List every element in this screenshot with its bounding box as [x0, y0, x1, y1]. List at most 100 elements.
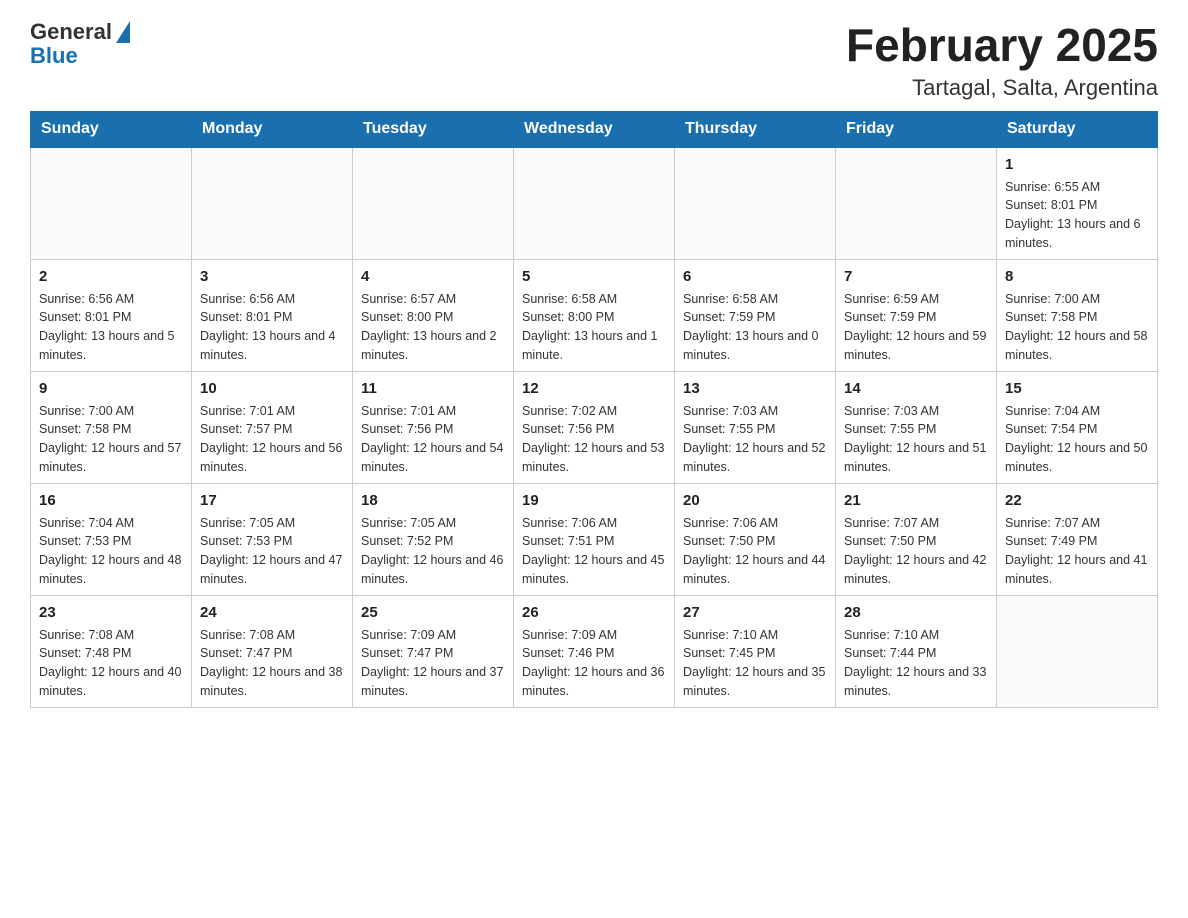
day-number: 17	[200, 490, 344, 511]
day-info: Sunrise: 7:04 AMSunset: 7:53 PMDaylight:…	[39, 514, 183, 589]
day-number: 5	[522, 266, 666, 287]
calendar-day-cell: 8 Sunrise: 7:00 AMSunset: 7:58 PMDaylight…	[997, 259, 1158, 371]
logo-general-text: General	[30, 20, 112, 44]
calendar-day-cell: 6 Sunrise: 6:58 AMSunset: 7:59 PMDaylight…	[675, 259, 836, 371]
day-number: 10	[200, 378, 344, 399]
day-info: Sunrise: 7:00 AMSunset: 7:58 PMDaylight:…	[1005, 290, 1149, 365]
logo: General Blue	[30, 20, 130, 68]
calendar-day-cell: 18 Sunrise: 7:05 AMSunset: 7:52 PMDayligh…	[353, 483, 514, 595]
calendar-day-cell: 20Sunrise: 7:06 AMSunset: 7:50 PMDayligh…	[675, 483, 836, 595]
calendar-day-cell: 22Sunrise: 7:07 AMSunset: 7:49 PMDayligh…	[997, 483, 1158, 595]
day-info: Sunrise: 7:00 AMSunset: 7:58 PMDaylight:…	[39, 402, 183, 477]
day-info: Sunrise: 7:10 AMSunset: 7:44 PMDaylight:…	[844, 626, 988, 701]
day-number: 9	[39, 378, 183, 399]
day-of-week-header: Friday	[836, 111, 997, 147]
calendar-day-cell: 26 Sunrise: 7:09 AMSunset: 7:46 PMDayligh…	[514, 595, 675, 707]
day-info: Sunrise: 6:55 AMSunset: 8:01 PMDaylight:…	[1005, 178, 1149, 253]
day-number: 16	[39, 490, 183, 511]
day-number: 26	[522, 602, 666, 623]
calendar-day-cell: 14 Sunrise: 7:03 AMSunset: 7:55 PMDayligh…	[836, 371, 997, 483]
calendar-day-cell: 17 Sunrise: 7:05 AMSunset: 7:53 PMDayligh…	[192, 483, 353, 595]
day-info: Sunrise: 6:57 AMSunset: 8:00 PMDaylight:…	[361, 290, 505, 365]
day-info: Sunrise: 7:06 AMSunset: 7:50 PMDaylight:…	[683, 514, 827, 589]
calendar-day-cell: 2Sunrise: 6:56 AMSunset: 8:01 PMDaylight…	[31, 259, 192, 371]
calendar-day-cell: 13Sunrise: 7:03 AMSunset: 7:55 PMDayligh…	[675, 371, 836, 483]
day-info: Sunrise: 7:02 AMSunset: 7:56 PMDaylight:…	[522, 402, 666, 477]
calendar-day-cell	[997, 595, 1158, 707]
day-number: 3	[200, 266, 344, 287]
calendar-day-cell: 27 Sunrise: 7:10 AMSunset: 7:45 PMDayligh…	[675, 595, 836, 707]
day-info: Sunrise: 7:07 AMSunset: 7:50 PMDaylight:…	[844, 514, 988, 589]
page-header: General Blue February 2025 Tartagal, Sal…	[30, 20, 1158, 101]
calendar-week-row: 23 Sunrise: 7:08 AMSunset: 7:48 PMDayligh…	[31, 595, 1158, 707]
day-number: 1	[1005, 154, 1149, 175]
calendar-day-cell: 24 Sunrise: 7:08 AMSunset: 7:47 PMDayligh…	[192, 595, 353, 707]
day-of-week-header: Wednesday	[514, 111, 675, 147]
calendar-day-cell: 7Sunrise: 6:59 AMSunset: 7:59 PMDaylight…	[836, 259, 997, 371]
day-info: Sunrise: 7:06 AMSunset: 7:51 PMDaylight:…	[522, 514, 666, 589]
day-number: 4	[361, 266, 505, 287]
day-number: 23	[39, 602, 183, 623]
calendar-day-cell	[836, 147, 997, 260]
day-number: 13	[683, 378, 827, 399]
calendar-day-cell: 11 Sunrise: 7:01 AMSunset: 7:56 PMDayligh…	[353, 371, 514, 483]
day-info: Sunrise: 7:05 AMSunset: 7:52 PMDaylight:…	[361, 514, 505, 589]
day-number: 11	[361, 378, 505, 399]
day-info: Sunrise: 6:59 AMSunset: 7:59 PMDaylight:…	[844, 290, 988, 365]
day-info: Sunrise: 7:09 AMSunset: 7:46 PMDaylight:…	[522, 626, 666, 701]
calendar-day-cell	[31, 147, 192, 260]
calendar-header-row: SundayMondayTuesdayWednesdayThursdayFrid…	[31, 111, 1158, 147]
day-number: 12	[522, 378, 666, 399]
calendar-table: SundayMondayTuesdayWednesdayThursdayFrid…	[30, 111, 1158, 708]
day-info: Sunrise: 7:01 AMSunset: 7:57 PMDaylight:…	[200, 402, 344, 477]
day-number: 14	[844, 378, 988, 399]
calendar-day-cell	[353, 147, 514, 260]
day-info: Sunrise: 6:58 AMSunset: 8:00 PMDaylight:…	[522, 290, 666, 365]
calendar-day-cell: 15 Sunrise: 7:04 AMSunset: 7:54 PMDayligh…	[997, 371, 1158, 483]
calendar-day-cell: 4 Sunrise: 6:57 AMSunset: 8:00 PMDaylight…	[353, 259, 514, 371]
day-info: Sunrise: 6:56 AMSunset: 8:01 PMDaylight:…	[200, 290, 344, 365]
calendar-title: February 2025	[846, 20, 1158, 71]
day-number: 19	[522, 490, 666, 511]
day-info: Sunrise: 7:09 AMSunset: 7:47 PMDaylight:…	[361, 626, 505, 701]
calendar-day-cell: 10 Sunrise: 7:01 AMSunset: 7:57 PMDayligh…	[192, 371, 353, 483]
day-info: Sunrise: 6:56 AMSunset: 8:01 PMDaylight:…	[39, 290, 183, 365]
calendar-week-row: 9 Sunrise: 7:00 AMSunset: 7:58 PMDaylight…	[31, 371, 1158, 483]
day-info: Sunrise: 7:08 AMSunset: 7:48 PMDaylight:…	[39, 626, 183, 701]
day-info: Sunrise: 6:58 AMSunset: 7:59 PMDaylight:…	[683, 290, 827, 365]
day-number: 24	[200, 602, 344, 623]
day-of-week-header: Tuesday	[353, 111, 514, 147]
calendar-day-cell	[192, 147, 353, 260]
day-of-week-header: Saturday	[997, 111, 1158, 147]
day-of-week-header: Sunday	[31, 111, 192, 147]
logo-triangle-icon	[116, 21, 130, 43]
calendar-day-cell: 28 Sunrise: 7:10 AMSunset: 7:44 PMDayligh…	[836, 595, 997, 707]
day-info: Sunrise: 7:04 AMSunset: 7:54 PMDaylight:…	[1005, 402, 1149, 477]
day-info: Sunrise: 7:03 AMSunset: 7:55 PMDaylight:…	[844, 402, 988, 477]
day-number: 28	[844, 602, 988, 623]
logo-blue-text: Blue	[30, 43, 78, 68]
day-number: 27	[683, 602, 827, 623]
day-info: Sunrise: 7:10 AMSunset: 7:45 PMDaylight:…	[683, 626, 827, 701]
day-of-week-header: Thursday	[675, 111, 836, 147]
calendar-day-cell: 23 Sunrise: 7:08 AMSunset: 7:48 PMDayligh…	[31, 595, 192, 707]
day-number: 18	[361, 490, 505, 511]
calendar-day-cell: 21Sunrise: 7:07 AMSunset: 7:50 PMDayligh…	[836, 483, 997, 595]
calendar-day-cell: 5 Sunrise: 6:58 AMSunset: 8:00 PMDaylight…	[514, 259, 675, 371]
calendar-day-cell	[675, 147, 836, 260]
day-info: Sunrise: 7:01 AMSunset: 7:56 PMDaylight:…	[361, 402, 505, 477]
day-info: Sunrise: 7:05 AMSunset: 7:53 PMDaylight:…	[200, 514, 344, 589]
title-block: February 2025 Tartagal, Salta, Argentina	[846, 20, 1158, 101]
day-number: 6	[683, 266, 827, 287]
day-info: Sunrise: 7:08 AMSunset: 7:47 PMDaylight:…	[200, 626, 344, 701]
calendar-week-row: 16 Sunrise: 7:04 AMSunset: 7:53 PMDayligh…	[31, 483, 1158, 595]
day-number: 22	[1005, 490, 1149, 511]
calendar-day-cell: 12 Sunrise: 7:02 AMSunset: 7:56 PMDayligh…	[514, 371, 675, 483]
calendar-day-cell: 16 Sunrise: 7:04 AMSunset: 7:53 PMDayligh…	[31, 483, 192, 595]
calendar-subtitle: Tartagal, Salta, Argentina	[846, 75, 1158, 101]
day-number: 15	[1005, 378, 1149, 399]
day-of-week-header: Monday	[192, 111, 353, 147]
day-number: 8	[1005, 266, 1149, 287]
calendar-day-cell: 9 Sunrise: 7:00 AMSunset: 7:58 PMDaylight…	[31, 371, 192, 483]
calendar-week-row: 1 Sunrise: 6:55 AMSunset: 8:01 PMDaylight…	[31, 147, 1158, 260]
